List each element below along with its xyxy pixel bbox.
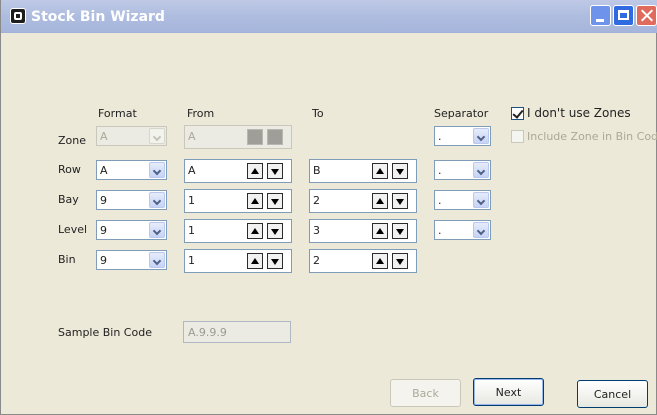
- bin-from-down-button[interactable]: [267, 253, 283, 269]
- level-from-spinner[interactable]: 1: [184, 219, 292, 243]
- sample-bin-code-field: A.9.9.9: [183, 321, 291, 343]
- no-zones-checkbox[interactable]: [511, 107, 524, 120]
- chevron-down-icon[interactable]: [473, 192, 489, 208]
- chevron-down-icon[interactable]: [149, 192, 165, 208]
- chevron-down-icon[interactable]: [149, 252, 165, 268]
- level-to-down-button[interactable]: [392, 223, 408, 239]
- level-to-up-button[interactable]: [372, 223, 388, 239]
- minimize-button[interactable]: [590, 5, 611, 26]
- window-title: Stock Bin Wizard: [31, 9, 165, 25]
- bin-format-select[interactable]: 9: [96, 250, 167, 270]
- row-to-up-button[interactable]: [372, 163, 388, 179]
- bay-separator-select[interactable]: .: [434, 190, 491, 210]
- zone-format-select: A: [96, 126, 167, 146]
- row-to-spinner[interactable]: B: [309, 159, 417, 183]
- level-label: Level: [58, 223, 88, 236]
- bay-label: Bay: [58, 193, 79, 206]
- maximize-button[interactable]: [613, 5, 634, 26]
- bin-to-spinner[interactable]: 2: [309, 249, 417, 273]
- zone-from-up-button: [247, 129, 263, 145]
- bin-from-up-button[interactable]: [247, 253, 263, 269]
- level-from-up-button[interactable]: [247, 223, 263, 239]
- bay-from-down-button[interactable]: [267, 193, 283, 209]
- format-column-header: Format: [98, 107, 137, 120]
- level-format-select[interactable]: 9: [96, 220, 167, 240]
- include-zone-label: Include Zone in Bin Code: [527, 130, 657, 143]
- row-from-down-button[interactable]: [267, 163, 283, 179]
- back-button: Back: [390, 379, 461, 407]
- row-to-down-button[interactable]: [392, 163, 408, 179]
- chevron-down-icon[interactable]: [149, 162, 165, 178]
- zone-from-spinner: A: [184, 125, 292, 149]
- chevron-down-icon[interactable]: [473, 222, 489, 238]
- row-label: Row: [58, 163, 81, 176]
- zone-separator-select[interactable]: .: [434, 126, 491, 146]
- include-zone-checkbox: [511, 130, 524, 143]
- separator-column-header: Separator: [434, 107, 489, 120]
- bin-to-down-button[interactable]: [392, 253, 408, 269]
- no-zones-label[interactable]: I don't use Zones: [527, 106, 631, 120]
- zone-label: Zone: [58, 134, 87, 147]
- bay-to-down-button[interactable]: [392, 193, 408, 209]
- sample-bin-code-label: Sample Bin Code: [58, 326, 152, 339]
- bin-to-up-button[interactable]: [372, 253, 388, 269]
- row-from-up-button[interactable]: [247, 163, 263, 179]
- bay-format-select[interactable]: 9: [96, 190, 167, 210]
- chevron-down-icon[interactable]: [473, 162, 489, 178]
- level-separator-select[interactable]: .: [434, 220, 491, 240]
- row-separator-select[interactable]: .: [434, 160, 491, 180]
- chevron-down-icon[interactable]: [149, 222, 165, 238]
- bin-label: Bin: [58, 253, 76, 266]
- level-to-spinner[interactable]: 3: [309, 219, 417, 243]
- chevron-down-icon: [149, 128, 165, 144]
- bay-from-up-button[interactable]: [247, 193, 263, 209]
- next-button[interactable]: Next: [473, 378, 544, 406]
- zone-from-down-button: [267, 129, 283, 145]
- from-column-header: From: [187, 107, 215, 120]
- row-format-select[interactable]: A: [96, 160, 167, 180]
- row-from-spinner[interactable]: A: [184, 159, 292, 183]
- level-from-down-button[interactable]: [267, 223, 283, 239]
- bay-from-spinner[interactable]: 1: [184, 189, 292, 213]
- title-bar[interactable]: Stock Bin Wizard: [1, 0, 657, 33]
- to-column-header: To: [312, 107, 324, 120]
- chevron-down-icon[interactable]: [473, 128, 489, 144]
- app-icon: [10, 8, 26, 24]
- bay-to-spinner[interactable]: 2: [309, 189, 417, 213]
- cancel-button[interactable]: Cancel: [577, 380, 648, 408]
- close-button[interactable]: [636, 5, 657, 26]
- stock-bin-wizard-window: Stock Bin Wizard Format From To Separato…: [0, 0, 657, 415]
- bin-from-spinner[interactable]: 1: [184, 249, 292, 273]
- bay-to-up-button[interactable]: [372, 193, 388, 209]
